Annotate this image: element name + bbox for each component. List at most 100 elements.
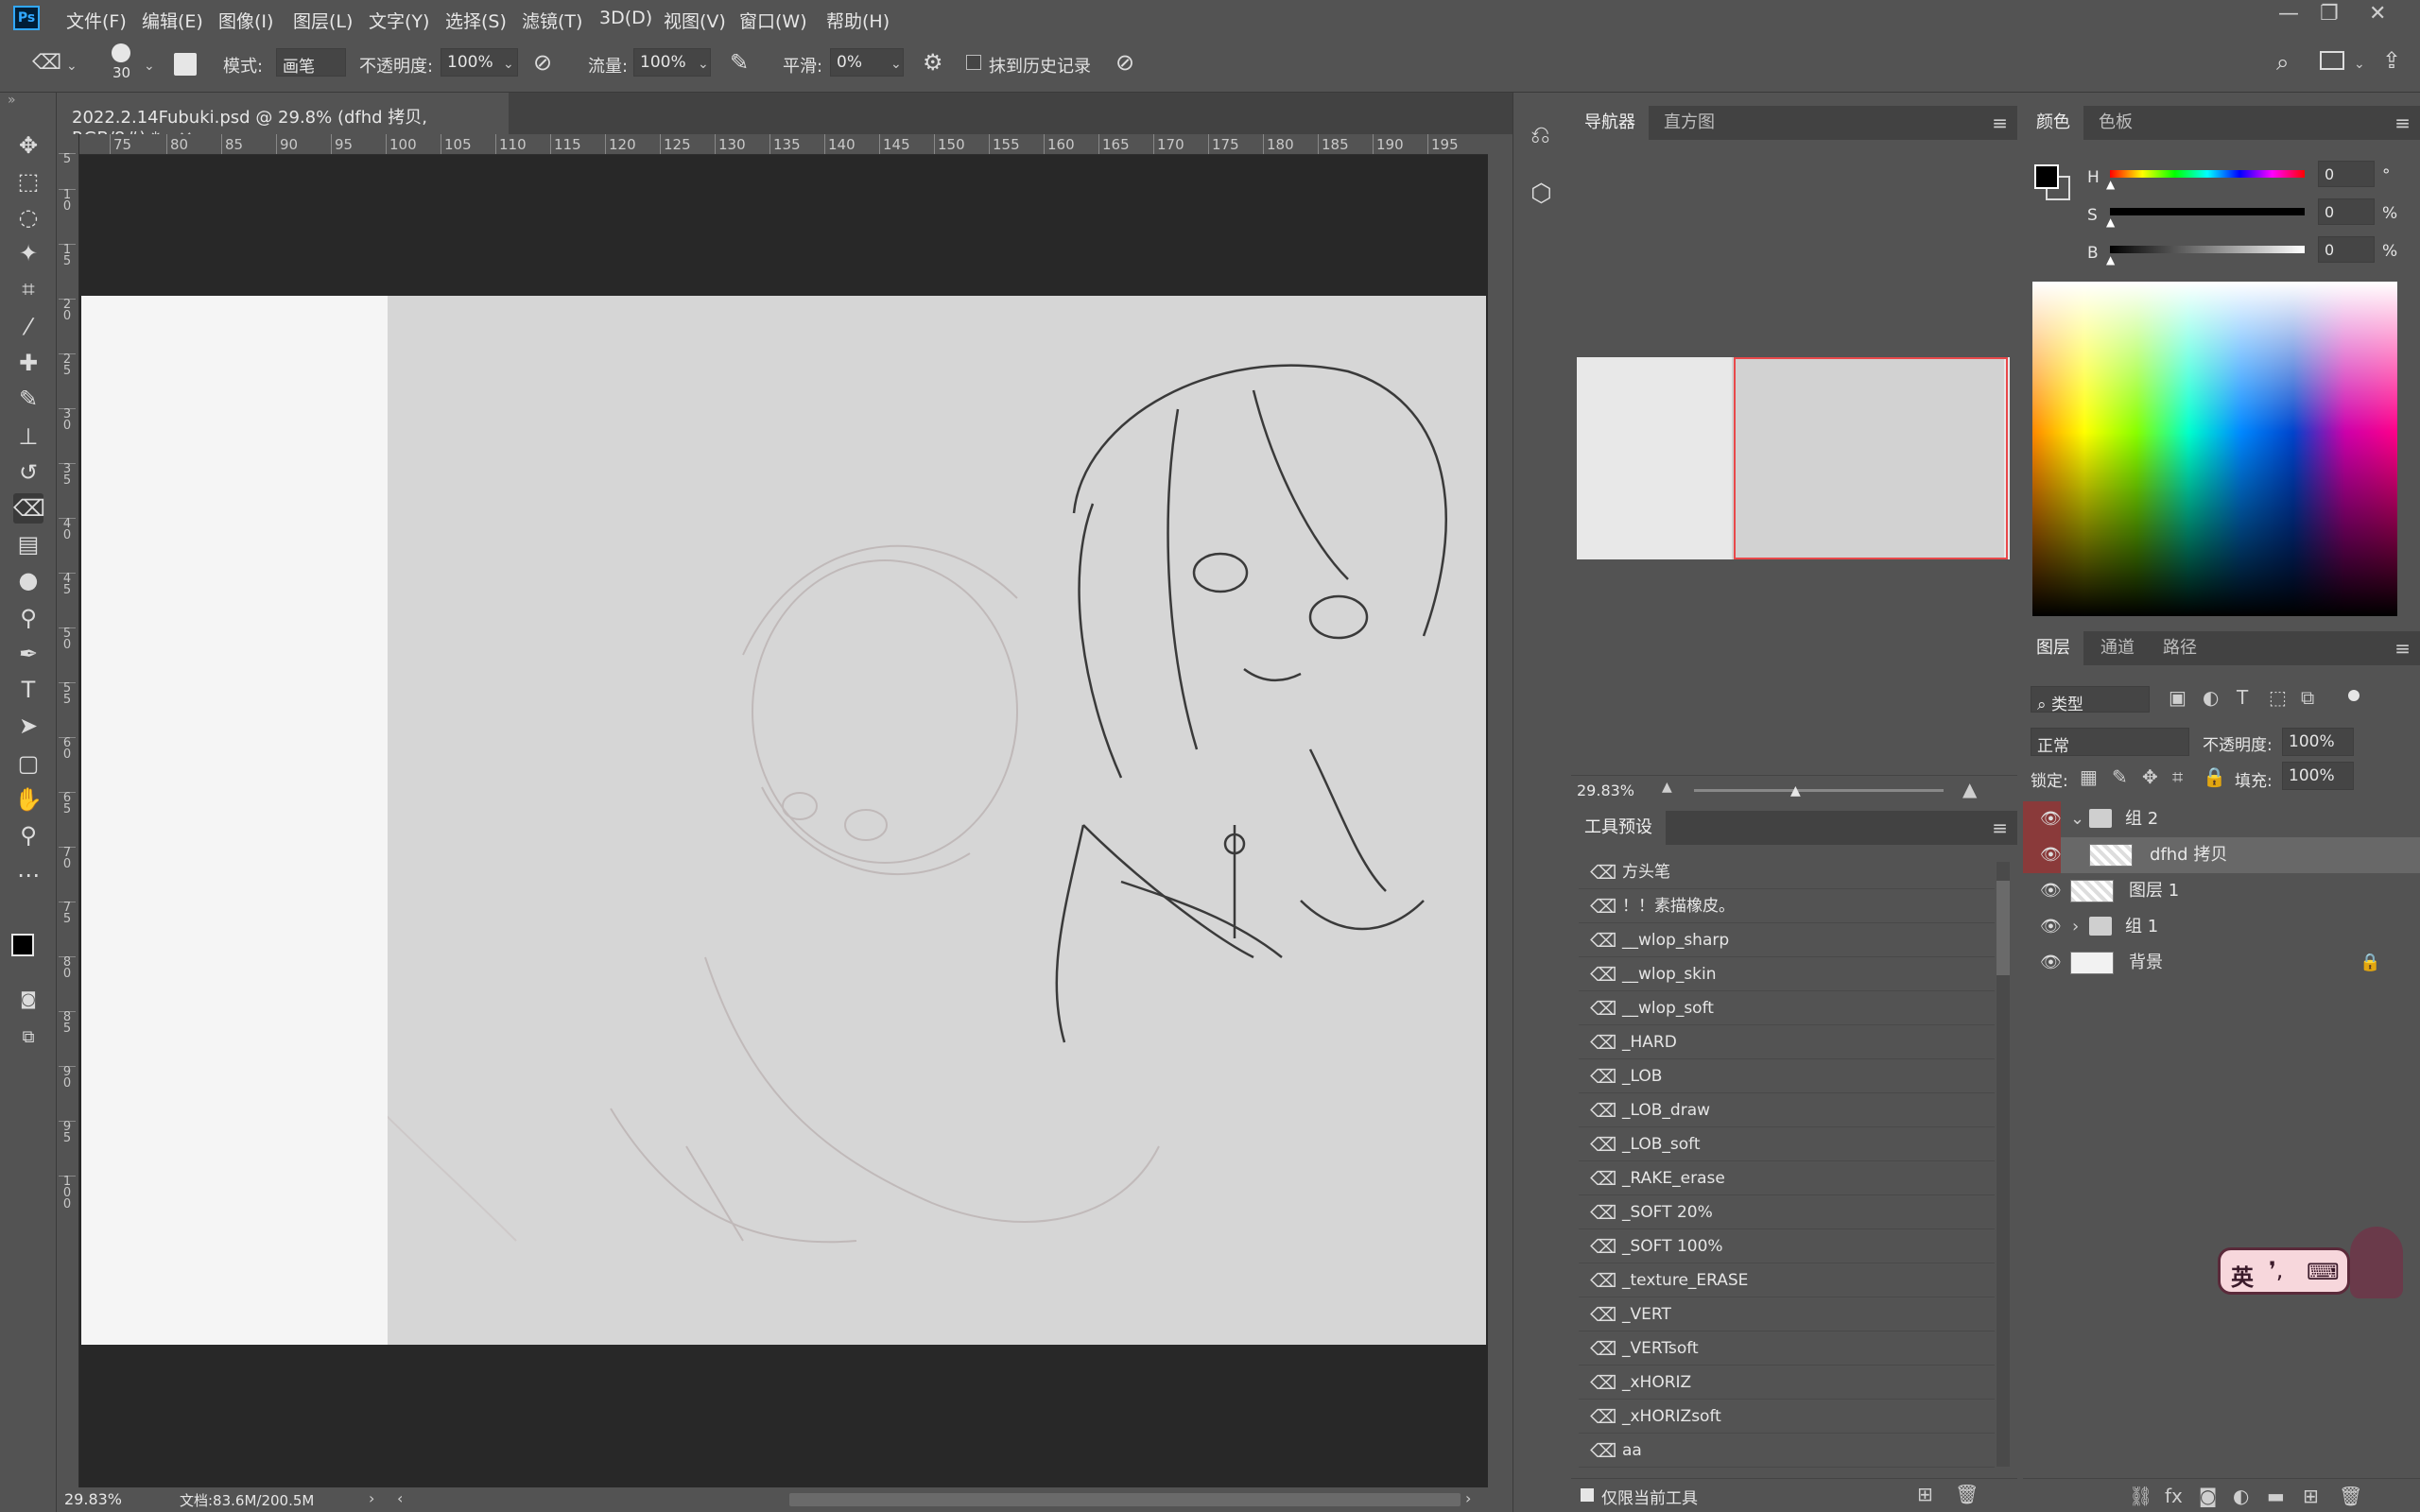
menu-file[interactable]: 文件(F) — [62, 6, 130, 35]
blend-mode-select[interactable]: 正常 — [2031, 728, 2189, 756]
magic-wand-tool-icon[interactable]: ✦ — [13, 238, 43, 268]
tab-layers[interactable]: 图层 — [2023, 631, 2083, 665]
menu-image[interactable]: 图像(I) — [215, 6, 277, 35]
collapse-icon[interactable]: » — [8, 93, 16, 108]
saturation-slider-handle[interactable]: ▲ — [2106, 215, 2115, 229]
chevron-right-icon[interactable]: › — [369, 1489, 374, 1507]
lock-pixels-icon[interactable]: ✎ — [2112, 765, 2128, 788]
tab-channels[interactable]: 通道 — [2087, 631, 2148, 665]
hand-tool-icon[interactable]: ✋ — [13, 784, 43, 815]
pressure-size-icon[interactable]: ⊘ — [1115, 49, 1134, 76]
hue-slider-handle[interactable]: ▲ — [2106, 178, 2115, 191]
b-input[interactable]: 0 — [2318, 236, 2375, 263]
hue-slider[interactable] — [2110, 170, 2305, 178]
navigator-thumbnail[interactable] — [1577, 357, 2010, 559]
share-icon[interactable]: ⇪ — [2382, 47, 2401, 74]
lock-all-icon[interactable]: 🔒 — [2203, 765, 2226, 788]
chevron-down-icon[interactable]: ⌄ — [503, 57, 514, 72]
healing-tool-icon[interactable]: ✚ — [13, 348, 43, 378]
brightness-slider-handle[interactable]: ▲ — [2106, 253, 2115, 266]
history-brush-tool-icon[interactable]: ↺ — [13, 457, 43, 488]
stamp-tool-icon[interactable]: ⊥ — [13, 421, 43, 452]
layer-opacity-input[interactable]: 100% — [2282, 728, 2354, 756]
lock-transparency-icon[interactable]: ▦ — [2080, 765, 2098, 788]
menu-edit[interactable]: 编辑(E) — [138, 6, 207, 35]
eraser-tool-icon[interactable]: ⌫ — [13, 493, 45, 524]
tab-navigator[interactable]: 导航器 — [1571, 106, 1649, 140]
tab-paths[interactable]: 路径 — [2150, 631, 2210, 665]
menu-filter[interactable]: 滤镜(T) — [518, 6, 586, 35]
layer-row-layer-1[interactable]: 👁 图层 1 — [2023, 873, 2420, 909]
current-tool-only-checkbox[interactable] — [1581, 1488, 1594, 1502]
panel-menu-icon[interactable]: ≡ — [2394, 112, 2411, 134]
preset-item[interactable]: ⌫ _RAKE_erase — [1579, 1162, 1995, 1195]
preset-item[interactable]: ⌫ _xHORIZsoft — [1579, 1400, 1995, 1434]
mode-select[interactable]: 画笔 — [276, 48, 346, 77]
airbrush-icon[interactable]: ✎ — [730, 49, 749, 76]
gradient-tool-icon[interactable]: ▤ — [13, 529, 43, 559]
navigator-view-box[interactable] — [1734, 357, 2008, 559]
menu-3d[interactable]: 3D(D) — [596, 6, 656, 30]
screen-mode-icon[interactable]: ⧉ — [13, 1022, 43, 1053]
visibility-eye-icon[interactable]: 👁 — [2040, 909, 2062, 945]
image-filter-icon[interactable]: ▣ — [2169, 686, 2187, 709]
preset-item[interactable]: ⌫ _HARD — [1579, 1026, 1995, 1059]
zoom-slider-handle[interactable]: ▲ — [1790, 783, 1801, 799]
foreground-color-swatch[interactable] — [11, 934, 34, 956]
shape-tool-icon[interactable]: ▢ — [13, 748, 43, 779]
expand-chevron-icon[interactable]: › — [2072, 909, 2079, 945]
saturation-slider[interactable] — [2110, 208, 2305, 215]
add-mask-icon[interactable]: ◙ — [2199, 1485, 2217, 1507]
tab-swatches[interactable]: 色板 — [2085, 106, 2146, 140]
expand-chevron-icon[interactable]: ⌄ — [2070, 801, 2084, 837]
shape-filter-icon[interactable]: ⬚ — [2269, 686, 2287, 709]
move-tool-icon[interactable]: ✥ — [13, 130, 43, 161]
type-filter-icon[interactable]: T — [2237, 686, 2248, 709]
preset-item[interactable]: ⌫ _SOFT 100% — [1579, 1230, 1995, 1263]
s-input[interactable]: 0 — [2318, 198, 2375, 225]
document-tab[interactable]: 2022.2.14Fubuki.psd @ 29.8% (dfhd 拷贝, RG… — [57, 93, 509, 148]
3d-panel-icon[interactable]: ⬡ — [1530, 180, 1552, 208]
workspace-icon[interactable] — [2320, 51, 2344, 70]
menu-layer[interactable]: 图层(L) — [289, 6, 356, 35]
zoom-in-icon[interactable]: ▲ — [1962, 778, 1977, 800]
search-icon[interactable]: ⌕ — [2276, 49, 2289, 76]
zoom-slider[interactable] — [1694, 789, 1944, 792]
panel-menu-icon[interactable]: ≡ — [1992, 112, 2008, 134]
scroll-right-icon[interactable]: › — [1465, 1489, 1471, 1507]
layer-row-background[interactable]: 👁 背景 🔒 — [2023, 945, 2420, 981]
chevron-down-icon[interactable]: ⌄ — [2354, 57, 2365, 72]
blur-tool-icon[interactable]: ● — [13, 565, 43, 595]
lock-position-icon[interactable]: ✥ — [2142, 765, 2158, 788]
trash-icon[interactable]: 🗑 — [2339, 1485, 2362, 1507]
history-panel-icon[interactable]: ⎌ — [1530, 121, 1550, 150]
link-layers-icon[interactable]: ⛓ — [2129, 1485, 2152, 1507]
erase-history-checkbox[interactable] — [966, 55, 981, 70]
menu-select[interactable]: 选择(S) — [441, 6, 510, 35]
presets-scrollbar[interactable] — [1996, 862, 2010, 1467]
horizontal-scrollbar[interactable] — [789, 1493, 1461, 1506]
color-spectrum[interactable] — [2032, 282, 2397, 616]
chevron-down-icon[interactable]: ⌄ — [890, 57, 902, 72]
fill-input[interactable]: 100% — [2282, 762, 2354, 790]
new-layer-icon[interactable]: ⊞ — [2303, 1485, 2319, 1507]
chevron-down-icon[interactable]: ⌄ — [698, 57, 709, 72]
panel-menu-icon[interactable]: ≡ — [2394, 637, 2411, 660]
preset-item[interactable]: ⌫ _LOB — [1579, 1060, 1995, 1093]
crop-tool-icon[interactable]: ⌗ — [13, 274, 43, 304]
layer-filter-select[interactable]: ⌕ 类型 — [2031, 686, 2150, 714]
eraser-preset-icon[interactable]: ⌫ — [32, 51, 61, 75]
chevron-down-icon[interactable]: ⌄ — [66, 59, 78, 74]
preset-item[interactable]: ⌫ ！！素描橡皮。 — [1579, 890, 1995, 923]
preset-item[interactable]: ⌫ _SOFT 20% — [1579, 1196, 1995, 1229]
marquee-tool-icon[interactable]: ⬚ — [13, 166, 43, 197]
preset-item[interactable]: ⌫ _LOB_soft — [1579, 1128, 1995, 1161]
type-tool-icon[interactable]: T — [13, 675, 43, 705]
filter-toggle[interactable] — [2348, 690, 2360, 701]
zoom-status[interactable]: 29.83% — [64, 1490, 122, 1508]
adjustment-layer-icon[interactable]: ◐ — [2233, 1485, 2249, 1507]
new-group-icon[interactable]: ▬ — [2267, 1485, 2285, 1507]
brush-panel-icon[interactable] — [174, 53, 197, 76]
lock-artboard-icon[interactable]: ⌗ — [2172, 765, 2183, 788]
preset-item[interactable]: ⌫ __wlop_skin — [1579, 958, 1995, 991]
